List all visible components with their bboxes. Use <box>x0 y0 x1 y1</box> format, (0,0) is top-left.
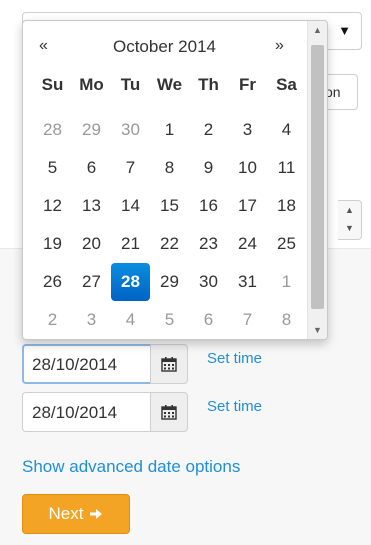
day-cell[interactable]: 24 <box>228 225 267 263</box>
day-cell[interactable]: 19 <box>33 225 72 263</box>
weekday-label: Th <box>198 75 219 94</box>
calendar-icon <box>161 405 177 420</box>
week-row: 12 13 14 15 16 17 18 <box>33 187 306 225</box>
day-cell[interactable]: 1 <box>150 111 189 149</box>
day-cell[interactable]: 7 <box>111 149 150 187</box>
end-date-input[interactable]: 28/10/2014 <box>22 392 150 432</box>
day-cell[interactable]: 14 <box>111 187 150 225</box>
scroll-up-icon[interactable]: ▲ <box>308 25 327 35</box>
datepicker-popup: « October 2014 » Su Mo Tu We Th Fr Sa 28 29 30 1 2… <box>22 20 328 340</box>
day-cell[interactable]: 8 <box>150 149 189 187</box>
day-cell[interactable]: 11 <box>267 149 306 187</box>
day-cell[interactable]: 12 <box>33 187 72 225</box>
day-cell[interactable]: 22 <box>150 225 189 263</box>
weekday-label: Tu <box>120 75 141 94</box>
day-cell[interactable]: 7 <box>228 301 267 339</box>
next-month-button[interactable]: » <box>275 37 284 55</box>
week-row: 19 20 21 22 23 24 25 <box>33 225 306 263</box>
day-cell[interactable]: 2 <box>33 301 72 339</box>
spinner-up-icon[interactable]: ▲ <box>338 201 361 219</box>
day-cell[interactable]: 6 <box>72 149 111 187</box>
day-cell[interactable]: 10 <box>228 149 267 187</box>
day-cell[interactable]: 27 <box>72 263 111 301</box>
day-cell[interactable]: 17 <box>228 187 267 225</box>
day-cell[interactable]: 25 <box>267 225 306 263</box>
month-label[interactable]: October 2014 <box>23 37 306 57</box>
day-cell[interactable]: 4 <box>111 301 150 339</box>
day-cell[interactable]: 3 <box>72 301 111 339</box>
number-spinner[interactable]: ▲ ▼ <box>338 200 362 240</box>
weekday-label: Sa <box>276 75 297 94</box>
weekday-label: Su <box>41 75 64 94</box>
start-date-input[interactable]: 28/10/2014 <box>22 344 150 384</box>
arrow-right-icon <box>90 509 103 519</box>
day-grid: 28 29 30 1 2 3 4 5 6 7 8 9 10 11 12 13 14 15 16 17 18 19 20 21 2… <box>33 111 306 339</box>
start-calendar-button[interactable] <box>150 344 188 384</box>
end-calendar-button[interactable] <box>150 392 188 432</box>
end-set-time-link[interactable]: Set time <box>207 398 262 415</box>
spinner-down-icon[interactable]: ▼ <box>338 219 361 237</box>
day-cell[interactable]: 4 <box>267 111 306 149</box>
week-row: 2345678 <box>33 301 306 339</box>
day-cell[interactable]: 15 <box>150 187 189 225</box>
calendar-icon <box>161 357 177 372</box>
caret-down-icon: ▼ <box>338 23 351 38</box>
day-cell[interactable]: 5 <box>33 149 72 187</box>
day-cell[interactable]: 23 <box>189 225 228 263</box>
day-cell[interactable]: 6 <box>189 301 228 339</box>
day-cell[interactable]: 8 <box>267 301 306 339</box>
day-cell[interactable]: 16 <box>189 187 228 225</box>
day-cell[interactable]: 30 <box>111 111 150 149</box>
day-cell[interactable]: 29 <box>150 263 189 301</box>
datepicker-header: « October 2014 » <box>23 21 306 73</box>
day-cell-selected[interactable]: 28 <box>111 263 150 301</box>
day-cell[interactable]: 18 <box>267 187 306 225</box>
next-button[interactable]: Next <box>22 494 130 534</box>
day-cell[interactable]: 28 <box>33 111 72 149</box>
next-button-label: Next <box>48 504 84 523</box>
weekday-label: Fr <box>239 75 256 94</box>
day-cell[interactable]: 3 <box>228 111 267 149</box>
day-cell[interactable]: 26 <box>33 263 72 301</box>
day-cell[interactable]: 29 <box>72 111 111 149</box>
start-set-time-link[interactable]: Set time <box>207 350 262 367</box>
scroll-down-icon[interactable]: ▼ <box>308 325 327 335</box>
day-cell[interactable]: 1 <box>267 263 306 301</box>
show-advanced-options-link[interactable]: Show advanced date options <box>22 457 240 477</box>
week-row: 26 27 28 29 30 31 1 <box>33 263 306 301</box>
weekday-label: We <box>156 75 183 94</box>
scrollbar-thumb[interactable] <box>311 45 324 309</box>
day-cell[interactable]: 9 <box>189 149 228 187</box>
day-cell[interactable]: 31 <box>228 263 267 301</box>
weekday-label: Mo <box>79 75 104 94</box>
day-cell[interactable]: 20 <box>72 225 111 263</box>
day-cell[interactable]: 21 <box>111 225 150 263</box>
weekday-header-row: Su Mo Tu We Th Fr Sa <box>33 75 306 105</box>
day-cell[interactable]: 2 <box>189 111 228 149</box>
week-row: 28 29 30 1 2 3 4 <box>33 111 306 149</box>
day-cell[interactable]: 5 <box>150 301 189 339</box>
day-cell[interactable]: 13 <box>72 187 111 225</box>
week-row: 5 6 7 8 9 10 11 <box>33 149 306 187</box>
day-cell[interactable]: 30 <box>189 263 228 301</box>
scrollbar[interactable]: ▲ ▼ <box>307 21 327 339</box>
